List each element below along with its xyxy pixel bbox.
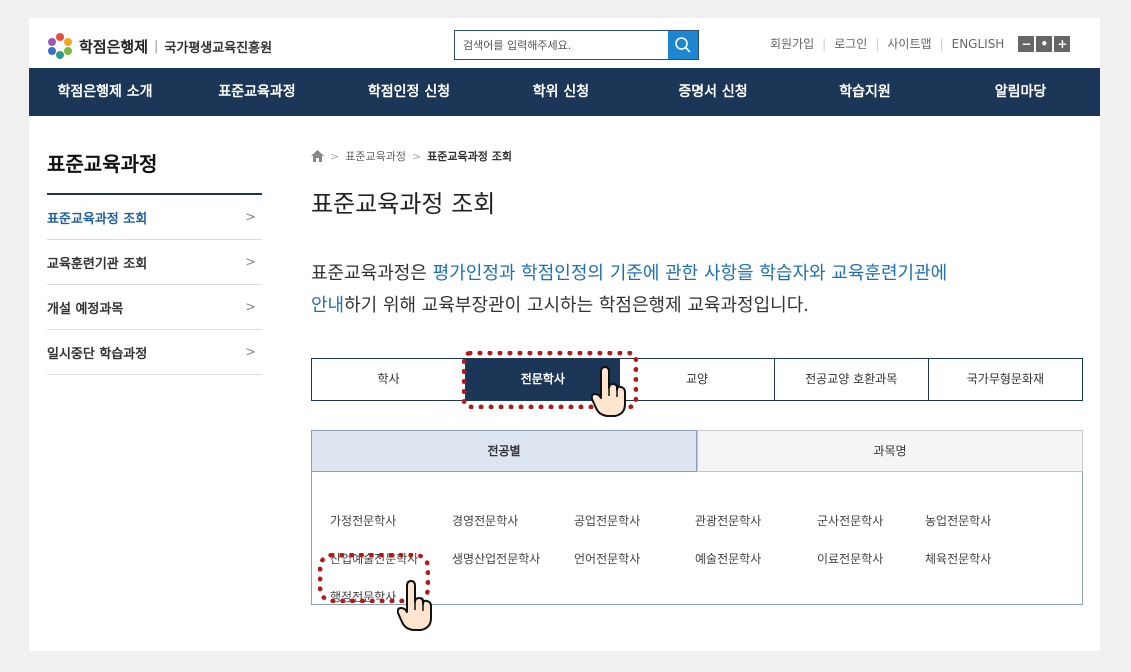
breadcrumb-level1[interactable]: 표준교육과정	[345, 148, 406, 164]
main-nav: 학점은행제 소개 표준교육과정 학점인정 신청 학위 신청 증명서 신청 학습지…	[29, 68, 1100, 116]
desc-text: 하기 위해 교육부장관이 고시하는 학점은행제 교육과정입니다.	[344, 295, 810, 316]
nav-item-intro[interactable]: 학점은행제 소개	[29, 68, 181, 116]
major-link[interactable]: 언어전문학사	[574, 550, 640, 567]
major-link[interactable]: 경영전문학사	[452, 512, 518, 529]
breadcrumb: > 표준교육과정 > 표준교육과정 조회	[311, 148, 512, 164]
sidebar-item-suspended-courses[interactable]: 일시중단 학습과정 >	[47, 330, 262, 375]
major-link[interactable]: 관광전문학사	[695, 512, 761, 529]
chevron-right-icon: >	[245, 209, 256, 225]
page: 학점은행제 | 국가평생교육진흥원 회원가입 | 로그인 | 사이트맵 | EN…	[29, 18, 1100, 651]
breadcrumb-separator: >	[330, 149, 340, 163]
util-english-link[interactable]: ENGLISH	[944, 37, 1013, 51]
zoom-reset-button[interactable]: •	[1036, 35, 1053, 52]
side-nav: 표준교육과정 조회 > 교육훈련기관 조회 > 개설 예정과목 > 일시중단 학…	[47, 193, 262, 375]
sidebar-item-label: 표준교육과정 조회	[47, 211, 148, 227]
util-join-link[interactable]: 회원가입	[762, 35, 822, 52]
sidebar-item-label: 일시중단 학습과정	[47, 346, 148, 362]
logo-mark-icon	[47, 33, 73, 59]
pointer-hand-icon	[397, 580, 432, 631]
breadcrumb-separator: >	[411, 149, 422, 163]
zoom-controls: − • +	[1016, 35, 1071, 52]
page-description: 표준교육과정은 평가인정과 학점인정의 기준에 관한 사항을 학습자와 교육훈련…	[311, 258, 1071, 322]
major-link[interactable]: 예술전문학사	[695, 550, 761, 567]
nav-item-credit-apply[interactable]: 학점인정 신청	[333, 68, 485, 116]
sidebar-item-planned-courses[interactable]: 개설 예정과목 >	[47, 285, 262, 330]
tab-compatible-courses[interactable]: 전공교양 호환과목	[775, 359, 929, 400]
desc-highlight: 안내	[311, 295, 345, 316]
chevron-right-icon: >	[245, 254, 256, 270]
home-icon[interactable]	[311, 150, 324, 162]
util-sitemap-link[interactable]: 사이트맵	[879, 35, 939, 52]
major-link[interactable]: 생명산업전문학사	[452, 550, 540, 567]
tab-bachelor[interactable]: 학사	[312, 359, 467, 400]
zoom-in-button[interactable]: +	[1054, 35, 1071, 52]
tab-intangible-heritage[interactable]: 국가무형문화재	[929, 359, 1082, 400]
zoom-out-button[interactable]: −	[1018, 35, 1035, 52]
nav-item-notice[interactable]: 알림마당	[941, 68, 1100, 116]
tab-liberal-arts[interactable]: 교양	[620, 359, 775, 400]
major-link[interactable]: 공업전문학사	[574, 512, 640, 529]
nav-item-learning-support[interactable]: 학습지원	[789, 68, 941, 116]
chevron-right-icon: >	[245, 299, 256, 315]
sidebar-item-institution-search[interactable]: 교육훈련기관 조회 >	[47, 240, 262, 285]
search-type-tabs: 전공별 과목명	[311, 430, 1083, 472]
page-title: 표준교육과정 조회	[311, 190, 496, 218]
desc-highlight: 평가인정과 학점인정의 기준에 관한 사항을 학습자와 교육훈련기관에	[432, 263, 948, 284]
logo-separator: |	[154, 38, 159, 54]
major-link[interactable]: 군사전문학사	[817, 512, 883, 529]
sidebar-item-label: 개설 예정과목	[47, 301, 124, 317]
util-login-link[interactable]: 로그인	[826, 35, 875, 52]
nav-item-standard-curriculum[interactable]: 표준교육과정	[181, 68, 333, 116]
major-link[interactable]: 체육전문학사	[925, 550, 991, 567]
lnb-title: 표준교육과정	[47, 152, 158, 176]
tab-by-major[interactable]: 전공별	[311, 430, 697, 472]
chevron-right-icon: >	[245, 344, 256, 360]
sidebar-item-curriculum-search[interactable]: 표준교육과정 조회 >	[47, 195, 262, 240]
nav-item-certificate[interactable]: 증명서 신청	[637, 68, 789, 116]
major-link[interactable]: 가정전문학사	[330, 512, 396, 529]
pointer-hand-icon	[591, 366, 626, 417]
tab-by-course-name[interactable]: 과목명	[697, 430, 1083, 472]
sidebar-item-label: 교육훈련기관 조회	[47, 256, 148, 272]
utility-links: 회원가입 | 로그인 | 사이트맵 | ENGLISH − • +	[762, 35, 1071, 52]
site-logo[interactable]: 학점은행제 | 국가평생교육진흥원	[47, 32, 272, 60]
major-link[interactable]: 농업전문학사	[925, 512, 991, 529]
search-button[interactable]	[668, 31, 698, 59]
degree-tabs: 학사 전문학사 교양 전공교양 호환과목 국가무형문화재	[311, 358, 1083, 401]
search-input[interactable]	[455, 31, 668, 59]
major-link[interactable]: 이료전문학사	[817, 550, 883, 567]
nav-item-degree-apply[interactable]: 학위 신청	[485, 68, 637, 116]
search-icon	[675, 37, 691, 53]
breadcrumb-current: 표준교육과정 조회	[427, 150, 512, 163]
desc-text: 표준교육과정은	[311, 263, 433, 284]
logo-org: 국가평생교육진흥원	[164, 40, 273, 56]
logo-title: 학점은행제	[79, 37, 149, 56]
site-search	[454, 30, 699, 60]
